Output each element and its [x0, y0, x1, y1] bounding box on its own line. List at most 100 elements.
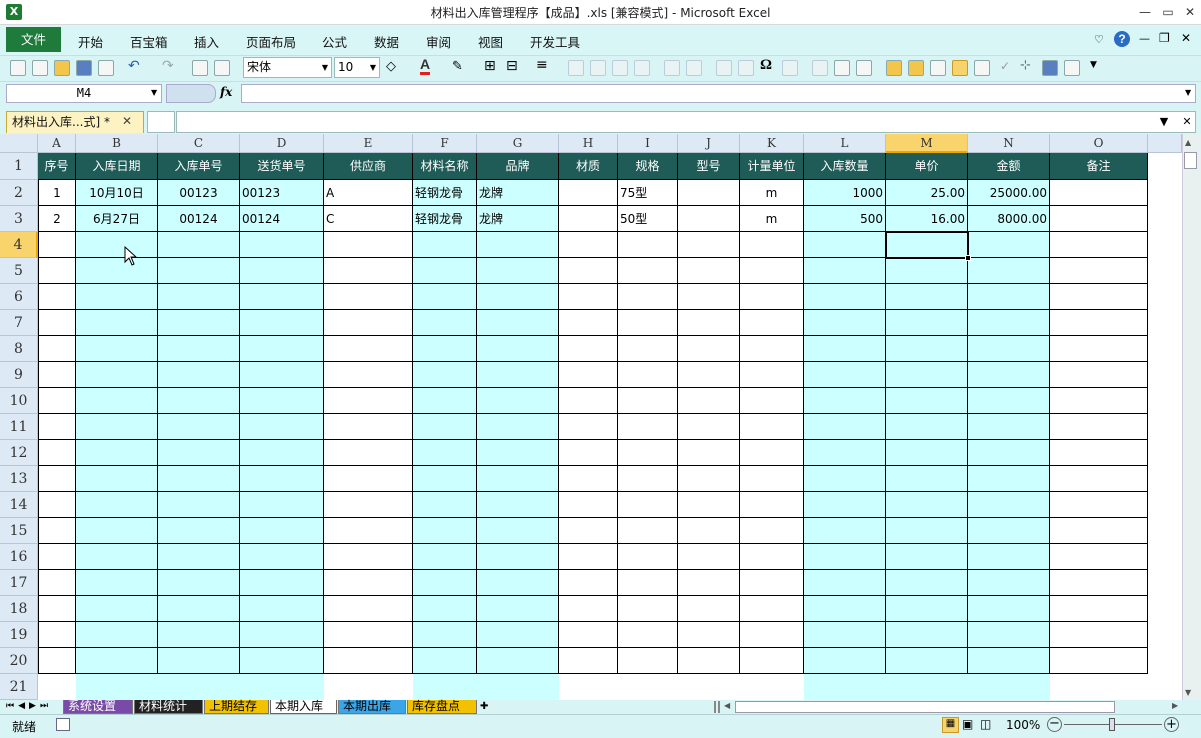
- doc-minimize-icon[interactable]: —: [1139, 32, 1150, 45]
- table-cell[interactable]: [38, 518, 76, 544]
- table-header-cell[interactable]: 金额: [968, 153, 1050, 180]
- table-cell[interactable]: [968, 674, 1050, 700]
- menu-tab-home[interactable]: 开始: [78, 32, 103, 51]
- table-cell[interactable]: [678, 362, 740, 388]
- table-cell[interactable]: [678, 622, 740, 648]
- table-cell[interactable]: [559, 206, 618, 232]
- table-cell[interactable]: [886, 362, 968, 388]
- table-cell[interactable]: [886, 414, 968, 440]
- table-cell[interactable]: [477, 518, 559, 544]
- name-box-dropdown-icon[interactable]: ▼: [151, 88, 157, 97]
- table-cell[interactable]: [618, 310, 678, 336]
- table-cell[interactable]: [477, 388, 559, 414]
- table-cell[interactable]: [38, 232, 76, 258]
- table-cell[interactable]: [886, 466, 968, 492]
- filter-icon[interactable]: [664, 60, 680, 76]
- vertical-scroll-thumb[interactable]: [1184, 152, 1197, 169]
- table-cell[interactable]: [678, 388, 740, 414]
- menu-tab-toolbox[interactable]: 百宝箱: [130, 32, 168, 51]
- formula-expand-icon[interactable]: ▼: [1185, 88, 1191, 97]
- table-cell[interactable]: [618, 596, 678, 622]
- table-icon[interactable]: ⊟: [506, 58, 518, 74]
- table-cell[interactable]: [1050, 544, 1148, 570]
- table-cell[interactable]: [1050, 570, 1148, 596]
- table-cell[interactable]: [886, 518, 968, 544]
- help-icon[interactable]: ?: [1114, 31, 1130, 47]
- table-cell[interactable]: [1050, 518, 1148, 544]
- check-icon[interactable]: ✓: [1000, 59, 1010, 73]
- column-header[interactable]: G: [477, 134, 559, 153]
- table-cell[interactable]: [240, 466, 324, 492]
- formula-bar-splitter[interactable]: [166, 84, 216, 103]
- row-header[interactable]: 6: [0, 284, 38, 310]
- table-cell[interactable]: [413, 596, 477, 622]
- zoom-in-icon[interactable]: +: [1164, 717, 1179, 732]
- formula-input[interactable]: [241, 84, 1196, 103]
- table-cell[interactable]: 龙牌: [477, 206, 559, 232]
- table-header-cell[interactable]: 入库日期: [76, 153, 158, 180]
- table-cell[interactable]: [740, 596, 804, 622]
- settings-icon[interactable]: [930, 60, 946, 76]
- table-cell[interactable]: [559, 388, 618, 414]
- table-cell[interactable]: 00124: [158, 206, 240, 232]
- table-cell[interactable]: [76, 232, 158, 258]
- sheet-tab[interactable]: 库存盘点: [407, 700, 477, 714]
- table-cell[interactable]: [678, 544, 740, 570]
- table-cell[interactable]: [158, 440, 240, 466]
- row-header[interactable]: 7: [0, 310, 38, 336]
- table-cell[interactable]: [804, 362, 886, 388]
- new-icon[interactable]: [10, 60, 26, 76]
- table-cell[interactable]: [968, 648, 1050, 674]
- font-size-select[interactable]: 10 ▼: [334, 57, 380, 78]
- sheet-tab[interactable]: 系统设置: [63, 700, 133, 714]
- scroll-right-icon[interactable]: ▶: [1172, 701, 1178, 710]
- table-cell[interactable]: 8000.00: [968, 206, 1050, 232]
- table-cell[interactable]: [740, 336, 804, 362]
- table-cell[interactable]: [559, 258, 618, 284]
- toolbar-more-icon[interactable]: ▼: [1090, 60, 1097, 70]
- table-cell[interactable]: [804, 648, 886, 674]
- table-cell[interactable]: [740, 284, 804, 310]
- table-cell[interactable]: [740, 440, 804, 466]
- table-header-cell[interactable]: 计量单位: [740, 153, 804, 180]
- table-cell[interactable]: [968, 232, 1050, 258]
- table-cell[interactable]: [38, 544, 76, 570]
- table-cell[interactable]: [413, 284, 477, 310]
- picture-icon[interactable]: [738, 60, 754, 76]
- table-cell[interactable]: [804, 544, 886, 570]
- table-cell[interactable]: [324, 414, 413, 440]
- table-cell[interactable]: [240, 232, 324, 258]
- table-cell[interactable]: [968, 492, 1050, 518]
- delete-row-icon[interactable]: [612, 60, 628, 76]
- table-cell[interactable]: [413, 440, 477, 466]
- table-cell[interactable]: [1050, 362, 1148, 388]
- table-cell[interactable]: 6月27日: [76, 206, 158, 232]
- table-cell[interactable]: [678, 206, 740, 232]
- table-cell[interactable]: [477, 492, 559, 518]
- merge-icon[interactable]: [568, 60, 584, 76]
- table-cell[interactable]: [1050, 232, 1148, 258]
- table-cell[interactable]: [477, 596, 559, 622]
- row-header[interactable]: 16: [0, 544, 38, 570]
- print-preview-icon[interactable]: [214, 60, 230, 76]
- table-cell[interactable]: [38, 284, 76, 310]
- table-cell[interactable]: [678, 570, 740, 596]
- maximize-icon[interactable]: ▭: [1159, 4, 1177, 20]
- table-cell[interactable]: [678, 310, 740, 336]
- table-cell[interactable]: [618, 570, 678, 596]
- new-doc-icon[interactable]: [32, 60, 48, 76]
- table-cell[interactable]: [804, 310, 886, 336]
- row-header[interactable]: 19: [0, 622, 38, 648]
- table-header-cell[interactable]: 材质: [559, 153, 618, 180]
- table-cell[interactable]: [324, 622, 413, 648]
- table-cell[interactable]: [968, 414, 1050, 440]
- table-cell[interactable]: [477, 232, 559, 258]
- spellcheck-icon[interactable]: [812, 60, 828, 76]
- new-workbook-tab-button[interactable]: [147, 111, 175, 133]
- table-cell[interactable]: [38, 648, 76, 674]
- table-cell[interactable]: [886, 570, 968, 596]
- name-box[interactable]: M4: [6, 84, 162, 103]
- table-cell[interactable]: [158, 466, 240, 492]
- row-header[interactable]: 18: [0, 596, 38, 622]
- table-cell[interactable]: [38, 466, 76, 492]
